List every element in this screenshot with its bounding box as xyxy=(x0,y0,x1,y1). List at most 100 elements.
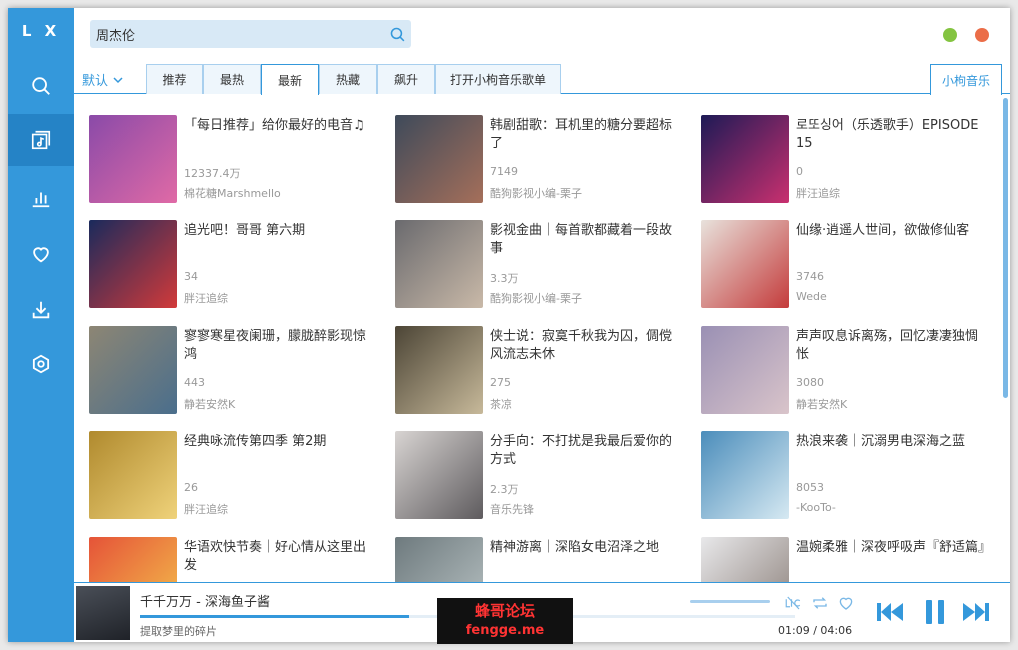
playlist-title[interactable]: 精神游离｜深陷女电沼泽之地 xyxy=(490,539,680,557)
playlist-card[interactable]: 精神游离｜深陷女电沼泽之地 xyxy=(395,537,685,582)
sidebar-item-search[interactable] xyxy=(8,60,74,112)
scrollbar[interactable] xyxy=(1003,98,1008,398)
pause-button[interactable] xyxy=(919,597,951,627)
playlist-author: 酷狗影视小编-栗子 xyxy=(490,187,582,200)
chevron-down-icon xyxy=(113,76,123,83)
playlist-card[interactable]: 韩剧甜歌：耳机里的糖分要超标了 7149 酷狗影视小编-栗子 xyxy=(395,115,685,205)
playlist-card[interactable]: 分手向：不打扰是我最后爱你的方式 2.3万音乐先锋 xyxy=(395,431,685,521)
playlist-author: 胖汪追综 xyxy=(184,503,228,516)
volume-slider[interactable] xyxy=(690,600,770,603)
playlist-play-count: 3080 xyxy=(796,376,824,389)
playlist-play-count: 443 xyxy=(184,376,205,389)
sort-dropdown-label: 默认 xyxy=(82,74,109,89)
playlist-cover[interactable] xyxy=(701,431,789,519)
playlist-title[interactable]: 声声叹息诉离殇，回忆凄凄独惆怅 xyxy=(796,328,986,364)
playlist-cover[interactable] xyxy=(701,115,789,203)
playlist-title[interactable]: 寥寥寒星夜阑珊，朦胧醉影现惊鸿 xyxy=(184,328,374,364)
playlist-card[interactable]: 追光吧！哥哥 第六期 34 胖汪追综 xyxy=(89,220,379,310)
playlist-title[interactable]: 追光吧！哥哥 第六期 xyxy=(184,222,374,240)
playlist-card[interactable]: 热浪来袭｜沉溺男电深海之蓝 8053 -KooTo- xyxy=(701,431,991,521)
playlist-cover[interactable] xyxy=(89,431,177,519)
watermark-line1: 蜂哥论坛 xyxy=(474,602,535,620)
previous-button[interactable] xyxy=(874,597,906,627)
skip-back-icon xyxy=(877,603,903,621)
playlist-play-count: 26 xyxy=(184,481,198,494)
playlist-title[interactable]: 经典咏流传第四季 第2期 xyxy=(184,433,374,451)
time-current: 01:09 xyxy=(778,624,810,637)
sidebar-item-leaderboard[interactable] xyxy=(8,172,74,224)
playlist-card[interactable]: 影视金曲｜每首歌都藏着一段故事 3.3万酷狗影视小编-栗子 xyxy=(395,220,685,310)
playlist-cover[interactable] xyxy=(395,220,483,308)
playlist-card[interactable]: 仙缘·逍遥人世间，欲做修仙客 3746 Wede xyxy=(701,220,991,310)
time-display: 01:09 / 04:06 xyxy=(778,624,852,637)
playlist-cover[interactable] xyxy=(395,431,483,519)
heart-icon[interactable] xyxy=(837,594,855,612)
playlist-card[interactable]: 寥寥寒星夜阑珊，朦胧醉影现惊鸿 443 静若安然K xyxy=(89,326,379,416)
playlist-title[interactable]: 影视金曲｜每首歌都藏着一段故事 xyxy=(490,222,680,258)
playlist-card[interactable]: 로또싱어（乐透歌手）EPISODE 15 0 胖汪追综 xyxy=(701,115,991,205)
playlist-title[interactable]: 华语欢快节奏｜好心情从这里出发 xyxy=(184,539,374,575)
playlist-play-count: 3.3万 xyxy=(490,272,519,285)
playlist-cover[interactable] xyxy=(89,537,177,582)
playlist-play-count: 12337.4万 xyxy=(184,167,241,180)
tab-recommend[interactable]: 推荐 xyxy=(146,64,203,94)
playlist-card[interactable]: 华语欢快节奏｜好心情从这里出发 xyxy=(89,537,379,582)
sidebar-item-favorites[interactable] xyxy=(8,228,74,280)
playlist-title[interactable]: 「每日推荐」给你最好的电音♫ xyxy=(184,117,374,135)
playlist-title[interactable]: 温婉柔雅｜深夜呼吸声『舒适篇』 xyxy=(796,539,986,557)
playlist-card[interactable]: 声声叹息诉离殇，回忆凄凄独惆怅 3080 静若安然K xyxy=(701,326,991,416)
search-button[interactable] xyxy=(383,20,411,48)
playlist-author: 音乐先锋 xyxy=(490,503,534,516)
playlist-card[interactable]: 温婉柔雅｜深夜呼吸声『舒适篇』 xyxy=(701,537,991,582)
sidebar-item-download[interactable] xyxy=(8,284,74,336)
playlist-card[interactable]: 「每日推荐」给你最好的电音♫ 12337.4万 棉花糖Marshmello xyxy=(89,115,379,205)
playlist-cover[interactable] xyxy=(701,220,789,308)
sidebar-item-settings[interactable] xyxy=(8,338,74,390)
playlist-cover[interactable] xyxy=(395,537,483,582)
playlist-cover[interactable] xyxy=(89,115,177,203)
next-button[interactable] xyxy=(960,597,992,627)
search-icon xyxy=(390,27,404,41)
tab-bar: 默认 推荐 最热 最新 热藏 飙升 打开小枸音乐歌单 小枸音乐 xyxy=(74,64,1010,95)
playlist-author: Wede xyxy=(796,290,827,303)
playlist-title[interactable]: 热浪来袭｜沉溺男电深海之蓝 xyxy=(796,433,986,451)
playlist-author: 胖汪追综 xyxy=(796,187,840,200)
source-tab[interactable]: 小枸音乐 xyxy=(930,64,1002,95)
time-total: 04:06 xyxy=(820,624,853,637)
playlist-cover[interactable] xyxy=(395,326,483,414)
playlist-title[interactable]: 로또싱어（乐透歌手）EPISODE 15 xyxy=(796,117,986,153)
minimize-button[interactable] xyxy=(943,28,957,42)
player-cover[interactable] xyxy=(76,586,130,640)
playlist-card[interactable]: 经典咏流传第四季 第2期 26 胖汪追综 xyxy=(89,431,379,521)
skip-forward-icon xyxy=(963,603,989,621)
playlist-play-count: 7149 xyxy=(490,165,518,178)
playlist-cover[interactable] xyxy=(89,220,177,308)
songlist-icon xyxy=(31,130,51,150)
playlist-title[interactable]: 韩剧甜歌：耳机里的糖分要超标了 xyxy=(490,117,680,153)
repeat-icon[interactable] xyxy=(811,594,829,612)
sort-dropdown[interactable]: 默认 xyxy=(82,70,124,89)
tab-hottest[interactable]: 最热 xyxy=(203,64,261,94)
playlist-cover[interactable] xyxy=(89,326,177,414)
sidebar-item-songlist[interactable] xyxy=(8,114,74,166)
tab-open-playlist[interactable]: 打开小枸音乐歌单 xyxy=(435,64,561,94)
lyric-icon[interactable] xyxy=(784,594,802,612)
playlist-cover[interactable] xyxy=(701,326,789,414)
download-icon xyxy=(32,301,50,319)
playlist-author: 酷狗影视小编-栗子 xyxy=(490,292,582,305)
search-input[interactable] xyxy=(90,20,383,48)
close-button[interactable] xyxy=(975,28,989,42)
tab-hot-collect[interactable]: 热藏 xyxy=(319,64,377,94)
search-icon xyxy=(32,77,50,95)
playlist-title[interactable]: 分手向：不打扰是我最后爱你的方式 xyxy=(490,433,680,469)
playlist-title[interactable]: 仙缘·逍遥人世间，欲做修仙客 xyxy=(796,222,986,240)
tab-newest[interactable]: 最新 xyxy=(261,64,319,95)
playlist-cover[interactable] xyxy=(701,537,789,582)
playlist-title[interactable]: 侠士说：寂寞千秋我为囚，倜傥风流志未休 xyxy=(490,328,680,364)
playlist-play-count: 34 xyxy=(184,270,198,283)
playlist-play-count: 3746 xyxy=(796,270,824,283)
tab-rising[interactable]: 飙升 xyxy=(377,64,435,94)
playlist-card[interactable]: 侠士说：寂寞千秋我为囚，倜傥风流志未休 275 茶凉 xyxy=(395,326,685,416)
playlist-play-count: 2.3万 xyxy=(490,483,519,496)
playlist-cover[interactable] xyxy=(395,115,483,203)
